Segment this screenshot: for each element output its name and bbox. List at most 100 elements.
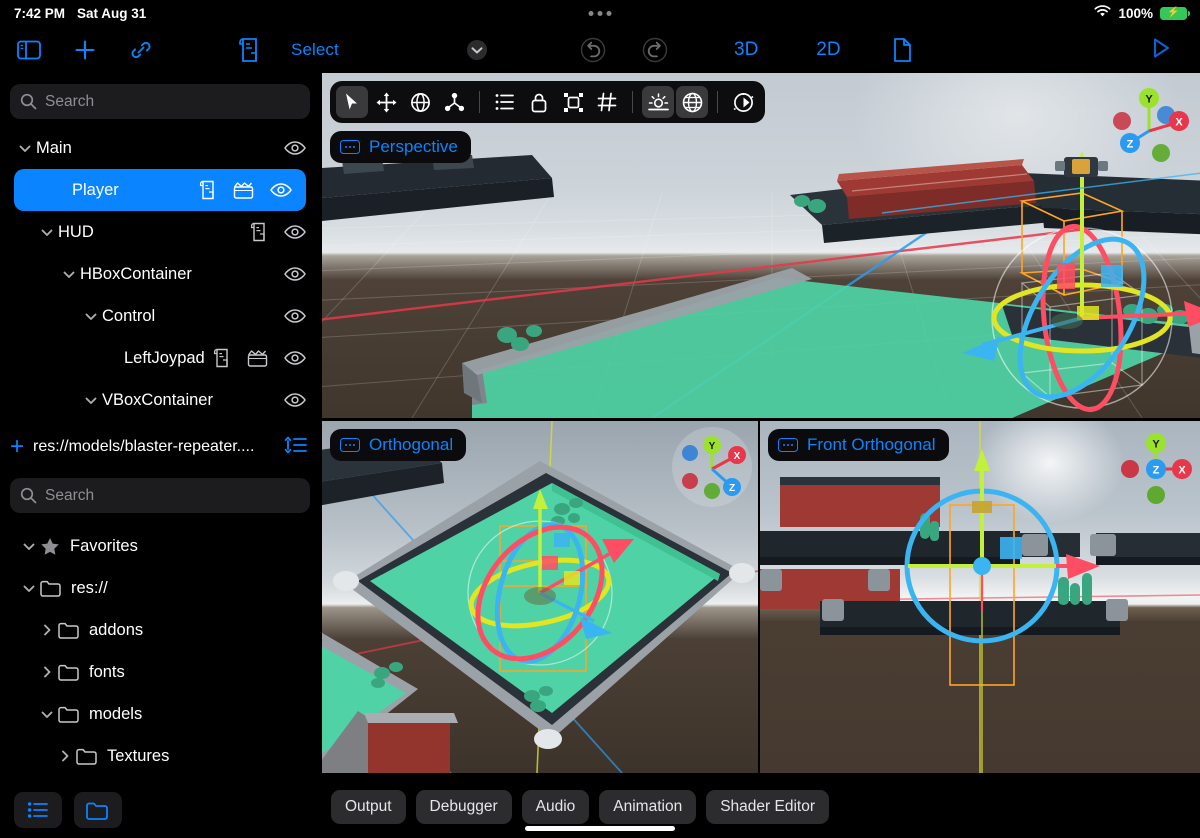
expander-chevron-down-icon[interactable] [18, 539, 40, 553]
svg-text:Y: Y [1152, 439, 1160, 451]
expander-chevron-down-icon[interactable] [18, 581, 40, 595]
visibility-eye-icon[interactable] [284, 308, 306, 324]
visibility-eye-icon[interactable] [284, 266, 306, 282]
scene-node-leftjoypad[interactable]: LeftJoypad [0, 337, 320, 379]
godot-ipad-editor: 7:42 PM Sat Aug 31 100% ⚡ [0, 0, 1200, 838]
script-icon[interactable] [199, 180, 217, 200]
orthogonal-viewport[interactable]: Orthogonal Y X Z [322, 421, 758, 773]
plus-icon[interactable] [70, 35, 100, 65]
expander-chevron-down-icon[interactable] [36, 707, 58, 721]
scene-tree-button[interactable] [14, 792, 62, 828]
tab-3d[interactable]: 3D [724, 39, 768, 61]
lighting-tool[interactable] [642, 86, 674, 118]
scene-node-hud[interactable]: HUD [0, 211, 320, 253]
redo-icon[interactable] [640, 35, 670, 65]
filesystem-button[interactable] [74, 792, 122, 828]
scene-node-vboxcontainer[interactable]: VBoxContainer [0, 379, 320, 421]
link-icon[interactable] [126, 35, 156, 65]
visibility-eye-icon[interactable] [284, 350, 306, 366]
visibility-eye-icon[interactable] [270, 182, 292, 198]
orthogonal-viewport-label[interactable]: Orthogonal [330, 429, 466, 461]
select-tool[interactable] [336, 86, 368, 118]
toolbar-divider [479, 91, 480, 113]
visibility-eye-icon[interactable] [284, 392, 306, 408]
scale-tool[interactable] [438, 86, 470, 118]
file-item-favorites[interactable]: Favorites [0, 525, 320, 567]
scene-tree: Main Player HUDHBoxContainerControl LeftJoy… [0, 127, 320, 421]
battery-percent-label: 100% [1118, 6, 1153, 21]
play-icon[interactable] [1146, 33, 1176, 63]
bottom-tab-shader-editor[interactable]: Shader Editor [706, 790, 829, 824]
scene-node-label: VBoxContainer [102, 391, 213, 410]
file-item-label: Textures [107, 747, 169, 766]
bottom-tab-debugger[interactable]: Debugger [416, 790, 512, 824]
expander-chevron-down-icon[interactable] [14, 141, 36, 155]
chevron-down-circle-icon[interactable] [462, 35, 492, 65]
search-icon [20, 93, 37, 110]
group-box-tool[interactable] [557, 86, 589, 118]
gear-camera-icon[interactable] [727, 86, 759, 118]
expander-chevron-right-icon[interactable] [36, 665, 58, 679]
file-item-fonts[interactable]: fonts [0, 651, 320, 693]
file-path-label[interactable]: res://models/blaster-repeater.... [33, 438, 275, 456]
dynamic-island-dots [589, 11, 612, 16]
animation-icon[interactable] [247, 349, 268, 368]
viewport-area: Perspective Y X Z [320, 73, 1200, 838]
lock-tool[interactable] [523, 86, 555, 118]
orthogonal-axis-gizmo[interactable]: Y X Z [672, 427, 752, 507]
list-tool[interactable] [489, 86, 521, 118]
bottom-tab-animation[interactable]: Animation [599, 790, 696, 824]
expander-chevron-right-icon[interactable] [54, 749, 76, 763]
animation-icon[interactable] [233, 181, 254, 200]
script-icon[interactable] [213, 348, 231, 368]
front-orthogonal-viewport[interactable]: Front Orthogonal Y X Z [760, 421, 1200, 773]
expander-chevron-down-icon[interactable] [36, 225, 58, 239]
file-search-input[interactable]: Search [10, 478, 310, 513]
scene-node-hboxcontainer[interactable]: HBoxContainer [0, 253, 320, 295]
sidebar-bottom-buttons [14, 792, 122, 828]
perspective-viewport-label[interactable]: Perspective [330, 131, 471, 163]
scene-node-label: LeftJoypad [124, 349, 205, 368]
toolbar-center-group: 3D 2D [446, 35, 933, 65]
plus-icon[interactable]: + [10, 435, 24, 459]
ios-status-bar: 7:42 PM Sat Aug 31 100% ⚡ [0, 0, 1200, 26]
bottom-tab-audio[interactable]: Audio [522, 790, 590, 824]
toolbar-divider [632, 91, 633, 113]
globe-icon[interactable] [676, 86, 708, 118]
expander-chevron-down-icon[interactable] [80, 393, 102, 407]
sort-order-icon[interactable] [284, 434, 308, 461]
scene-node-main[interactable]: Main [0, 127, 320, 169]
undo-icon[interactable] [578, 35, 608, 65]
expander-chevron-right-icon[interactable] [36, 623, 58, 637]
select-button[interactable]: Select [291, 40, 339, 60]
script-icon[interactable] [250, 222, 268, 242]
move-tool[interactable] [370, 86, 402, 118]
scene-node-control[interactable]: Control [0, 295, 320, 337]
file-item-models[interactable]: models [0, 693, 320, 735]
scene-node-player[interactable]: Player [14, 169, 306, 211]
sidebar-toggle-icon[interactable] [14, 35, 44, 65]
expander-chevron-down-icon[interactable] [58, 267, 80, 281]
file-item-res[interactable]: res:// [0, 567, 320, 609]
bottom-panel-tabs: Output Debugger Audio Animation Shader Edito… [320, 775, 1200, 838]
tab-2d[interactable]: 2D [806, 39, 850, 61]
perspective-viewport[interactable]: Perspective Y X Z [322, 73, 1200, 418]
visibility-eye-icon[interactable] [284, 140, 306, 156]
folder-icon [40, 580, 61, 597]
expander-chevron-down-icon[interactable] [80, 309, 102, 323]
file-item-addons[interactable]: addons [0, 609, 320, 651]
bottom-tab-output[interactable]: Output [331, 790, 406, 824]
rotate-tool[interactable] [404, 86, 436, 118]
script-icon[interactable] [235, 35, 265, 65]
visibility-eye-icon[interactable] [284, 224, 306, 240]
file-item-textures[interactable]: Textures [0, 735, 320, 777]
viewport-menu-icon [778, 438, 798, 452]
document-icon[interactable] [887, 35, 917, 65]
scene-search-input[interactable]: Search [10, 84, 310, 119]
front-orthogonal-viewport-label[interactable]: Front Orthogonal [768, 429, 949, 461]
perspective-axis-gizmo[interactable]: Y X Z [1106, 83, 1192, 169]
scene-node-label: Player [72, 181, 119, 200]
front-orthogonal-axis-gizmo[interactable]: Y X Z [1114, 427, 1194, 507]
snap-grid-tool[interactable] [591, 86, 623, 118]
toolbar-right-group [1146, 33, 1176, 66]
